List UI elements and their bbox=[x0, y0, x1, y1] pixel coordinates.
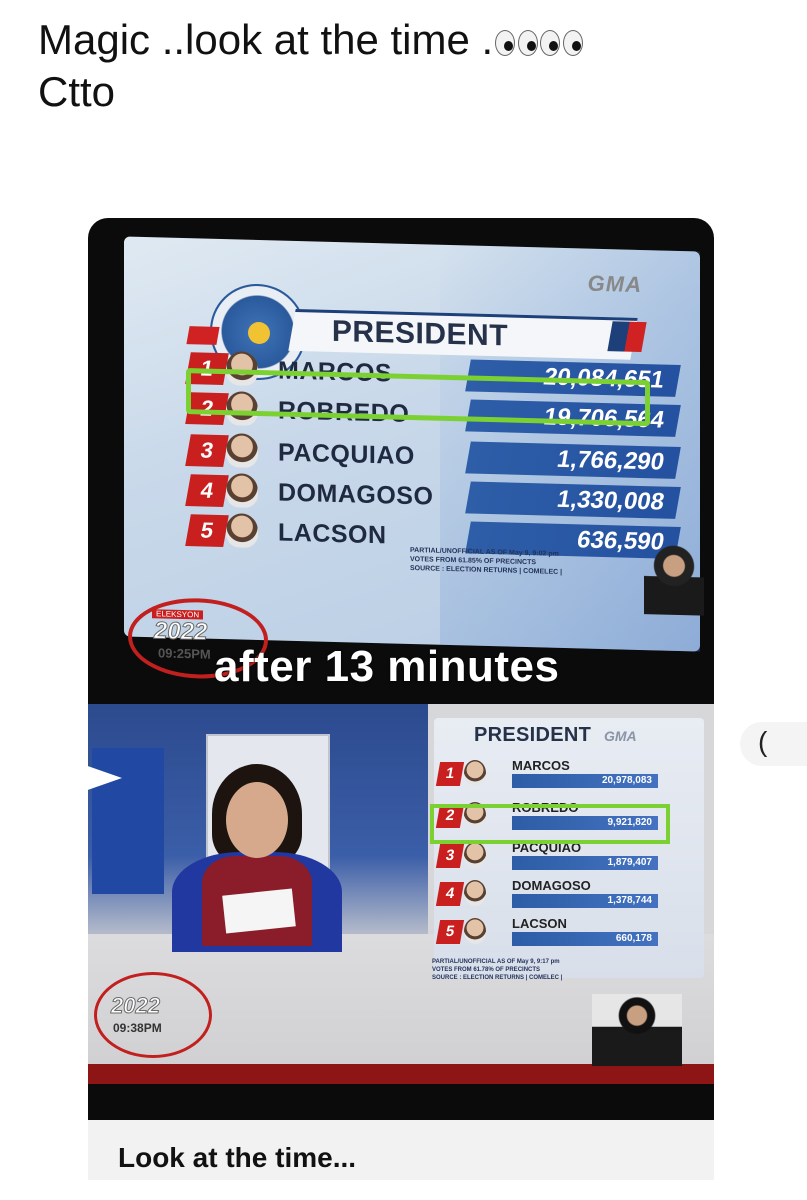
candidate-name: LACSON bbox=[512, 916, 567, 931]
candidate-row: 1 MARCOS 20,978,083 bbox=[435, 758, 700, 792]
footnote-line: SOURCE : ELECTION RETURNS | COMELEC | bbox=[432, 975, 563, 981]
highlight-box bbox=[430, 804, 670, 844]
gma-logo: GMA bbox=[604, 728, 637, 744]
tweet-text: Magic ..look at the time . Ctto bbox=[38, 14, 584, 118]
candidate-name: PACQUIAO bbox=[278, 438, 415, 471]
candidate-row: 3 PACQUIAO 1,879,407 bbox=[435, 840, 700, 874]
peek-glyph: ( bbox=[758, 726, 768, 757]
caption-line-2: Ctto bbox=[38, 68, 116, 115]
candidate-name: LACSON bbox=[278, 518, 387, 550]
vote-count: 660,178 bbox=[512, 932, 658, 946]
vote-count: 1,766,290 bbox=[465, 441, 681, 479]
candidate-row: 4 DOMAGOSO 1,378,744 bbox=[435, 878, 700, 912]
candidate-photo bbox=[226, 513, 258, 548]
results-panel: PRESIDENT GMA 1 MARCOS 20,978,083 2 ROBR… bbox=[434, 718, 704, 978]
vote-count: 1,879,407 bbox=[512, 856, 658, 870]
next-image-peek[interactable]: ( bbox=[740, 722, 807, 766]
sign-language-interpreter bbox=[592, 994, 682, 1066]
footnote-line: VOTES FROM 61.78% OF PRECINCTS bbox=[432, 967, 541, 973]
footnote-line: PARTIAL/UNOFFICIAL AS OF May 9, 9:17 pm bbox=[432, 959, 560, 965]
vote-count: 1,378,744 bbox=[512, 894, 658, 908]
timestamp-circle: 2022 09:38PM bbox=[94, 972, 212, 1058]
sign-language-interpreter bbox=[644, 544, 704, 616]
race-title: PRESIDENT bbox=[474, 724, 592, 746]
candidate-name: DOMAGOSO bbox=[278, 478, 434, 511]
rank-badge: 3 bbox=[185, 434, 229, 468]
caption-text: Magic ..look at the time . bbox=[38, 16, 494, 63]
caption-line-1: Magic ..look at the time . bbox=[38, 14, 584, 66]
broadcast-time: 09:38PM bbox=[113, 1021, 162, 1035]
broadcast-time: 09:25PM bbox=[158, 645, 211, 662]
eyes-emoji-icon bbox=[540, 29, 584, 56]
red-tab-shape bbox=[186, 326, 220, 345]
eyes-emoji-icon bbox=[495, 29, 539, 56]
candidate-photo bbox=[464, 842, 486, 868]
candidate-photo bbox=[464, 760, 486, 786]
race-title: PRESIDENT bbox=[331, 314, 509, 353]
race-header: PRESIDENT bbox=[288, 308, 638, 360]
candidate-photo bbox=[464, 918, 486, 944]
candidate-photo bbox=[464, 880, 486, 906]
paper-sheet bbox=[222, 888, 296, 934]
candidate-name: MARCOS bbox=[512, 758, 570, 773]
footnote: PARTIAL/UNOFFICIAL AS OF May 9, 9:17 pm … bbox=[432, 958, 668, 982]
tweet-image[interactable]: GMA PRESIDENT 1 MARCOS 20,084,651 2 ROBR… bbox=[88, 218, 714, 1180]
rank-badge: 4 bbox=[435, 882, 465, 906]
rank-badge: 3 bbox=[435, 844, 465, 868]
candidate-row: 5 LACSON 660,178 bbox=[435, 916, 700, 950]
rank-badge: 1 bbox=[435, 762, 465, 786]
vote-count: 20,978,083 bbox=[512, 774, 658, 788]
eleksyon-year: 2022 bbox=[111, 993, 161, 1019]
rank-badge: 5 bbox=[435, 920, 465, 944]
image-caption: Look at the time... bbox=[118, 1142, 357, 1173]
overlay-caption: after 13 minutes bbox=[214, 642, 560, 691]
bottom-tv-screen: PRESIDENT GMA 1 MARCOS 20,978,083 2 ROBR… bbox=[88, 704, 714, 1084]
flag-icon bbox=[607, 321, 647, 353]
top-tv-screen: GMA PRESIDENT 1 MARCOS 20,084,651 2 ROBR… bbox=[124, 236, 704, 681]
eleksyon-year: 2022 bbox=[154, 617, 208, 646]
candidate-photo bbox=[226, 433, 258, 468]
candidate-name: DOMAGOSO bbox=[512, 878, 591, 893]
tweet-page: Magic ..look at the time . Ctto GMA PRES… bbox=[0, 0, 807, 1200]
rank-badge: 4 bbox=[185, 474, 229, 508]
gma-logo: GMA bbox=[587, 270, 642, 298]
lower-red-bar bbox=[88, 1064, 714, 1084]
vote-count: 1,330,008 bbox=[465, 481, 681, 519]
rank-badge: 5 bbox=[185, 514, 229, 548]
studio-panel bbox=[92, 748, 164, 894]
candidate-photo bbox=[226, 473, 258, 508]
